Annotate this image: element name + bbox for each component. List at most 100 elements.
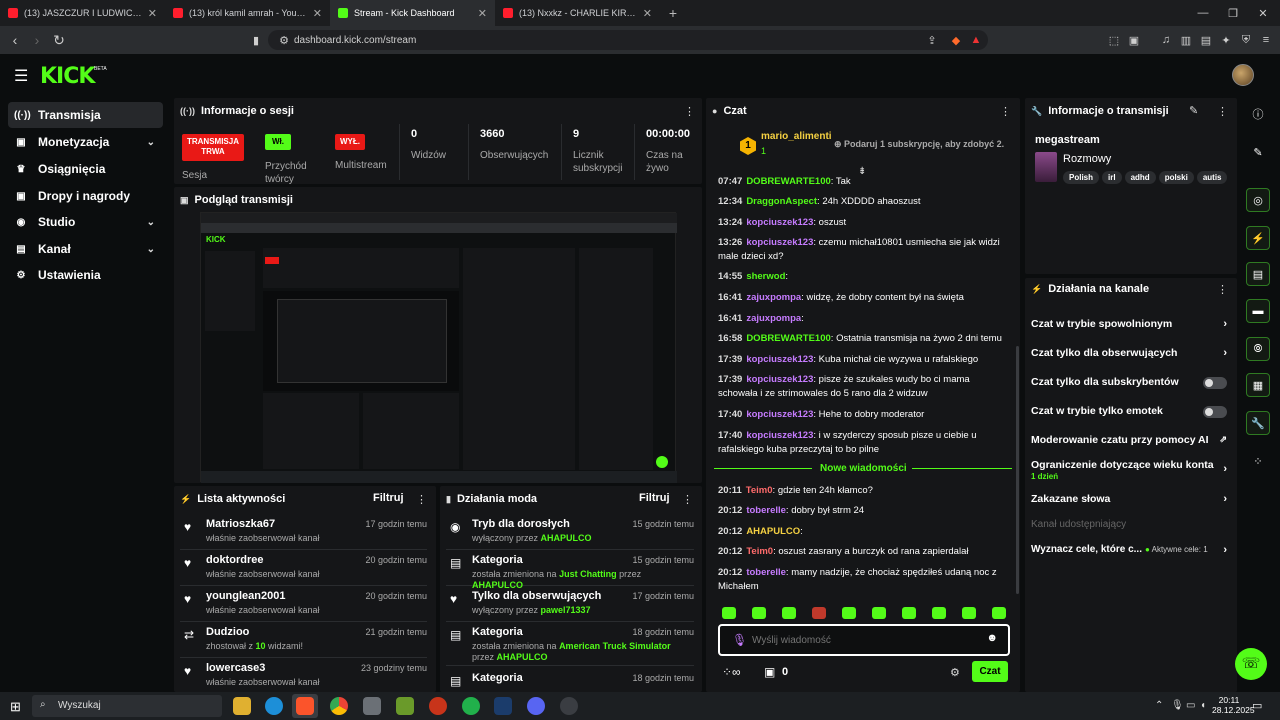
close-tab-icon[interactable]: ✕	[148, 7, 157, 20]
chat-username[interactable]: kopciuszek123	[746, 217, 813, 228]
share-icon[interactable]: ⇪	[924, 32, 940, 48]
more-options-icon[interactable]: ⋮	[1217, 105, 1228, 118]
discord-icon[interactable]	[527, 697, 545, 715]
chat-username[interactable]: kopciuszek123	[746, 354, 813, 365]
emote-icon[interactable]	[992, 607, 1006, 619]
chat-scrollbar[interactable]	[1016, 346, 1019, 594]
avatar[interactable]	[1232, 64, 1254, 86]
chat-username[interactable]: zajuxpompa	[746, 292, 801, 303]
notifications-icon[interactable]: ▭	[1252, 699, 1262, 712]
site-info-icon[interactable]: ⚙	[276, 32, 292, 48]
extensions-icon[interactable]: ⬚	[1106, 32, 1122, 48]
microphone-icon[interactable]: 🎙	[732, 633, 747, 647]
multistream-badge[interactable]: WYŁ.	[335, 134, 365, 150]
app-icon[interactable]	[429, 697, 447, 715]
more-options-icon[interactable]: ⋮	[682, 493, 693, 506]
close-tab-icon[interactable]: ✕	[313, 7, 322, 20]
emote-icon[interactable]	[932, 607, 946, 619]
emote-icon[interactable]	[722, 607, 736, 619]
new-tab-button[interactable]: +	[660, 0, 686, 26]
send-chat-button[interactable]: Czat	[972, 661, 1008, 682]
stream-preview-video[interactable]: KICK	[200, 212, 677, 483]
steam-icon[interactable]	[494, 697, 512, 715]
chat-username[interactable]: toberelle	[746, 567, 786, 578]
ai-moderation-row[interactable]: Moderowanie czatu przy pomocy AI ⇗	[1031, 434, 1227, 446]
obs-icon[interactable]	[560, 697, 578, 715]
document-icon[interactable]: ▤	[1246, 262, 1270, 286]
microphone-tray-icon[interactable]: 🎙	[1171, 700, 1184, 711]
channel-points-icon[interactable]: ⁘∞	[722, 665, 741, 679]
chat-username[interactable]: kopciuszek123	[746, 430, 813, 441]
file-explorer-icon[interactable]	[233, 697, 251, 715]
sidebar-item-studio[interactable]: ◉ Studio ⌄	[8, 209, 163, 235]
emoji-picker-icon[interactable]: ☻	[986, 632, 998, 644]
more-options-icon[interactable]: ⋮	[684, 105, 695, 118]
screenshot-icon[interactable]: ▣	[1126, 32, 1142, 48]
forward-button[interactable]: ›	[26, 29, 48, 51]
emote-icon[interactable]	[872, 607, 886, 619]
leo-ai-icon[interactable]: ✦	[1218, 32, 1234, 48]
edge-icon[interactable]	[265, 697, 283, 715]
bookmark-icon[interactable]: ▮	[248, 32, 264, 48]
more-options-icon[interactable]: ⋮	[1000, 105, 1011, 118]
sidebar-toggle-icon[interactable]: ▥	[1178, 32, 1194, 48]
windows-start-icon[interactable]: ⊞	[10, 699, 21, 715]
chat-username[interactable]: kopciuszek123	[746, 237, 813, 248]
chat-icon[interactable]: ▬	[1246, 299, 1270, 323]
chat-username[interactable]: kopciuszek123	[746, 374, 813, 385]
filter-button[interactable]: Filtruj	[639, 492, 670, 504]
help-chat-button[interactable]: ☏	[1235, 648, 1267, 680]
filter-button[interactable]: Filtruj	[373, 492, 404, 504]
media-icon[interactable]: ♫	[1158, 32, 1174, 48]
chat-username[interactable]: toberelle	[746, 505, 786, 516]
sidebar-item-dropy[interactable]: ▣ Dropy i nagrody	[8, 183, 163, 209]
browser-tab[interactable]: (13) Nxxkz - CHARLIE KIRK FUNK✕	[495, 0, 660, 26]
sidebar-item-kanal[interactable]: ▤ Kanał ⌄	[8, 236, 163, 262]
brave-icon[interactable]	[296, 697, 314, 715]
wrench-icon[interactable]: 🔧	[1246, 411, 1270, 435]
emote-icon[interactable]	[752, 607, 766, 619]
sidebar-item-monetyzacja[interactable]: ▣ Monetyzacja ⌄	[8, 129, 163, 155]
kick-logo[interactable]: KICK	[40, 64, 95, 89]
edit-icon[interactable]: ✎	[1189, 104, 1198, 117]
chat-message-input[interactable]	[752, 631, 972, 649]
creator-revenue-badge[interactable]: Wł.	[265, 134, 291, 150]
chat-username[interactable]: sherwod	[746, 271, 785, 282]
close-window-button[interactable]: ✕	[1248, 0, 1278, 26]
gift-promo[interactable]: ⊕ Podaruj 1 subskrypcję, aby zdobyć 2.	[834, 139, 1004, 150]
tray-chevron-icon[interactable]: ⌃	[1155, 700, 1163, 711]
gift-icon[interactable]: ▣	[764, 665, 775, 679]
subscribers-only-toggle[interactable]	[1203, 377, 1227, 389]
browser-tab[interactable]: (13) król kamil amrah - YouTube ✕	[165, 0, 330, 26]
chat-username[interactable]: Teim0	[746, 546, 773, 557]
goals-row[interactable]: Wyznacz cele, które c... ● Aktywne cele: …	[1031, 544, 1227, 556]
url-input[interactable]: dashboard.kick.com/stream	[268, 30, 988, 50]
banned-words-row[interactable]: Zakazane słowa ›	[1031, 493, 1227, 505]
wallet-icon[interactable]: ▤	[1198, 32, 1214, 48]
emote-only-toggle[interactable]	[1203, 406, 1227, 418]
emote-icon[interactable]	[812, 607, 826, 619]
camera-icon[interactable]: ◎	[1246, 188, 1270, 212]
browser-tab-active[interactable]: Stream - Kick Dashboard ✕	[330, 0, 495, 26]
rewards-icon[interactable]: ▲	[968, 32, 984, 48]
lightning-icon[interactable]: ⚡	[1246, 226, 1270, 250]
pinned-user[interactable]: mario_alimenti	[761, 131, 832, 142]
chat-username[interactable]: DOBREWARTE100	[746, 176, 830, 187]
hamburger-menu-icon[interactable]: ☰	[14, 66, 28, 86]
more-options-icon[interactable]: ⋮	[1217, 283, 1228, 296]
menu-icon[interactable]: ≡	[1258, 32, 1274, 48]
close-tab-icon[interactable]: ✕	[643, 7, 652, 20]
sidebar-item-osiagniecia[interactable]: ♛ Osiągnięcia	[8, 156, 163, 182]
sidebar-item-transmisja[interactable]: ((·)) Transmisja	[8, 102, 163, 128]
chat-username[interactable]: zajuxpompa	[746, 313, 801, 324]
sidebar-item-ustawienia[interactable]: ⚙ Ustawienia	[8, 262, 163, 288]
app-icon[interactable]	[363, 697, 381, 715]
minecraft-icon[interactable]	[396, 697, 414, 715]
chrome-icon[interactable]	[330, 697, 348, 715]
more-options-icon[interactable]: ⋮	[416, 493, 427, 506]
reload-button[interactable]: ↻	[48, 29, 70, 51]
taskbar-clock[interactable]: 20:11 28.12.2025	[1212, 695, 1255, 715]
account-age-row[interactable]: Ograniczenie dotyczące wieku konta › 1 dzi…	[1031, 459, 1227, 481]
emote-icon[interactable]	[842, 607, 856, 619]
slow-mode-row[interactable]: Czat w trybie spowolnionym ›	[1031, 318, 1227, 330]
